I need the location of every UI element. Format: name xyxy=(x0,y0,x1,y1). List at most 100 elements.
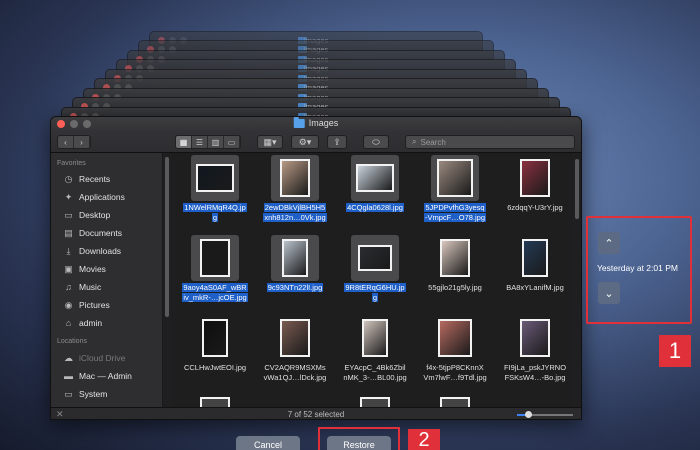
previous-backup-button[interactable]: ⌃ xyxy=(598,232,620,254)
sidebar-item-admin[interactable]: ⌂ admin xyxy=(51,314,162,332)
column-view-button[interactable]: ▥ xyxy=(208,136,224,148)
image-thumbnail[interactable] xyxy=(358,245,392,271)
sidebar-item-label: iCloud Drive xyxy=(79,353,126,363)
window-title-text: Images xyxy=(308,118,339,128)
sidebar-item-mac-admin[interactable]: ▬ Mac — Admin xyxy=(51,367,162,385)
computer-icon: ▬ xyxy=(64,371,73,381)
file-grid-area: 1NWelRMqR4Q.jp g 2ewDBkVjlBH5H5 xnh812n…0Vk… xyxy=(171,153,575,407)
sidebar-item-label: System xyxy=(79,389,108,399)
search-icon: ⌕ xyxy=(412,137,417,146)
file-item[interactable]: CV2AQR9MSXMs vWa1QJ…lDck.jpg xyxy=(259,313,331,397)
image-thumbnail[interactable] xyxy=(440,239,470,277)
back-forward-buttons: ‹ › xyxy=(57,135,91,149)
path-bar-toggle-icon[interactable]: ✕ xyxy=(56,409,64,419)
forward-button[interactable]: › xyxy=(74,136,90,148)
list-view-button[interactable]: ☰ xyxy=(192,136,208,148)
image-thumbnail[interactable] xyxy=(520,319,550,357)
sidebar-item-label: admin xyxy=(79,318,103,328)
close-button[interactable] xyxy=(57,120,65,128)
restore-button[interactable]: Restore xyxy=(327,436,391,450)
file-name: 9c93NTn22lI.jpg xyxy=(266,283,324,292)
image-thumbnail[interactable] xyxy=(200,239,230,277)
window-controls xyxy=(57,120,91,128)
file-item[interactable]: f4x-5tjpP8CKnnX Vm7lwF…f9Tdl.jpg xyxy=(419,313,491,397)
file-item[interactable]: 55gjlo21g5ly.jpg xyxy=(419,233,491,317)
folder-icon xyxy=(293,117,305,128)
file-item[interactable]: 9aoy4aS0AF_wBR iv_mkR-…jcOE.jpg xyxy=(179,233,251,317)
file-item[interactable]: FI9jLa_pskJYRNO FSKsW4…-Bo.jpg xyxy=(499,313,571,397)
image-thumbnail[interactable] xyxy=(280,159,310,197)
cancel-button[interactable]: Cancel xyxy=(236,436,300,450)
sidebar-item-label: Music xyxy=(79,282,102,292)
sidebar-item-label: Documents xyxy=(79,228,122,238)
file-name: f4x-5tjpP8CKnnX Vm7lwF…f9Tdl.jpg xyxy=(423,363,487,382)
status-bar: ✕ 7 of 52 selected xyxy=(51,407,581,419)
image-thumbnail[interactable] xyxy=(200,397,230,407)
gallery-view-button[interactable]: ▭ xyxy=(224,136,240,148)
sidebar-item-movies[interactable]: ▣ Movies xyxy=(51,260,162,278)
icon-view-button[interactable]: ▦ xyxy=(176,136,192,148)
content-scrollbar[interactable] xyxy=(573,153,581,407)
file-item[interactable]: EYAcpC_4Bk6Zbil nMK_3-…BL00.jpg xyxy=(339,313,411,397)
sidebar-scrollbar[interactable] xyxy=(163,153,171,407)
file-name: 9R8tERqG6HU.jp g xyxy=(344,283,406,302)
file-name: FI9jLa_pskJYRNO FSKsW4…-Bo.jpg xyxy=(503,363,567,382)
sidebar-item-downloads[interactable]: ⤓ Downloads xyxy=(51,242,162,260)
sidebar-item-system[interactable]: ▭ System xyxy=(51,385,162,403)
image-thumbnail[interactable] xyxy=(360,397,390,407)
sidebar-item-documents[interactable]: ▤ Documents xyxy=(51,224,162,242)
back-button[interactable]: ‹ xyxy=(58,136,74,148)
slider-knob[interactable] xyxy=(525,411,532,418)
group-by-button[interactable]: ▦▾ xyxy=(257,135,283,149)
download-icon: ⤓ xyxy=(66,245,71,256)
file-item[interactable]: BA8xYLanifM.jpg xyxy=(499,233,571,317)
sidebar-item-music[interactable]: ♫ Music xyxy=(51,278,162,296)
desktop-icon: ▭ xyxy=(64,209,73,220)
sidebar-item-label: Pictures xyxy=(79,300,110,310)
file-name: 9aoy4aS0AF_wBR iv_mkR-…jcOE.jpg xyxy=(182,283,248,302)
file-item[interactable]: 9R8tERqG6HU.jp g xyxy=(339,233,411,317)
file-name: 5JPDPvfhG3yesq -VmpcF…O78.jpg xyxy=(423,203,487,222)
image-thumbnail[interactable] xyxy=(438,319,472,357)
image-thumbnail[interactable] xyxy=(362,319,388,357)
image-thumbnail[interactable] xyxy=(356,164,394,192)
sidebar-item-recents[interactable]: ◷ Recents xyxy=(51,170,162,188)
file-item[interactable]: 6zdqqY-U3rY.jpg xyxy=(499,153,571,237)
sidebar-item-pictures[interactable]: ◉ Pictures xyxy=(51,296,162,314)
action-gear-button[interactable]: ⚙▾ xyxy=(291,135,319,149)
image-thumbnail[interactable] xyxy=(202,319,228,357)
share-button[interactable]: ⇪ xyxy=(327,135,347,149)
file-item[interactable]: 2ewDBkVjlBH5H5 xnh812n…0Vk.jpg xyxy=(259,153,331,237)
image-thumbnail[interactable] xyxy=(282,239,308,277)
file-item[interactable]: 5JPDPvfhG3yesq -VmpcF…O78.jpg xyxy=(419,153,491,237)
minimize-button[interactable] xyxy=(70,120,78,128)
applications-icon: ✦ xyxy=(64,191,73,202)
file-name: CCLHwJwtEOI.jpg xyxy=(183,363,247,372)
file-item[interactable]: CCLHwJwtEOI.jpg xyxy=(179,313,251,397)
sidebar-item-label: Movies xyxy=(79,264,106,274)
sidebar-item-applications[interactable]: ✦ Applications xyxy=(51,188,162,206)
file-name: 1NWelRMqR4Q.jp g xyxy=(183,203,247,222)
file-item[interactable]: 4CQgla0628l.jpg xyxy=(339,153,411,237)
selection-count: 7 of 52 selected xyxy=(287,410,345,419)
tags-button[interactable]: ⬭ xyxy=(363,135,389,149)
file-item[interactable]: 9c93NTn22lI.jpg xyxy=(259,233,331,317)
image-thumbnail[interactable] xyxy=(196,164,234,192)
image-thumbnail[interactable] xyxy=(280,319,310,357)
image-thumbnail[interactable] xyxy=(522,239,548,277)
sidebar-item-label: Downloads xyxy=(79,246,122,256)
sidebar-item-icloud-drive[interactable]: ☁ iCloud Drive xyxy=(51,349,162,367)
sidebar-item-desktop[interactable]: ▭ Desktop xyxy=(51,206,162,224)
title-bar: Images xyxy=(51,117,581,131)
step-badge-2: 2 xyxy=(408,429,440,450)
next-backup-button[interactable]: ⌄ xyxy=(598,282,620,304)
favorites-header: Favorites xyxy=(57,160,86,167)
file-item[interactable]: 1NWelRMqR4Q.jp g xyxy=(179,153,251,237)
search-field[interactable]: ⌕ xyxy=(405,135,575,149)
zoom-button[interactable] xyxy=(83,120,91,128)
search-input[interactable] xyxy=(420,137,561,147)
icon-size-slider[interactable] xyxy=(517,411,573,418)
image-thumbnail[interactable] xyxy=(520,159,550,197)
image-thumbnail[interactable] xyxy=(440,397,470,407)
image-thumbnail[interactable] xyxy=(437,159,473,197)
